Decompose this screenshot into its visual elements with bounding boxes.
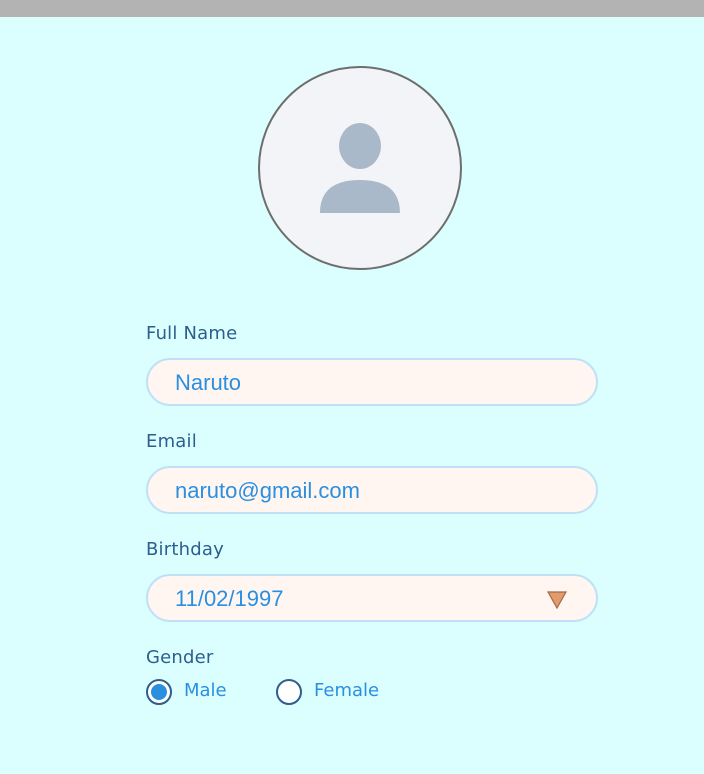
birthday-value: 11/02/1997 — [175, 586, 284, 611]
dropdown-triangle-icon[interactable] — [546, 590, 568, 610]
avatar[interactable] — [258, 66, 462, 270]
birthday-select[interactable]: 11/02/1997 — [146, 574, 598, 622]
full-name-label: Full Name — [146, 323, 238, 344]
gender-male-label[interactable]: Male — [184, 680, 227, 701]
birthday-label: Birthday — [146, 539, 224, 560]
user-placeholder-icon — [320, 123, 400, 213]
email-field[interactable]: naruto@gmail.com — [146, 466, 598, 514]
full-name-field[interactable]: Naruto — [146, 358, 598, 406]
gender-radio-group: Male Female — [146, 678, 598, 706]
gender-label: Gender — [146, 647, 214, 668]
gender-male-radio[interactable] — [146, 679, 172, 705]
full-name-value: Naruto — [175, 370, 242, 395]
email-value: naruto@gmail.com — [175, 478, 360, 503]
email-label: Email — [146, 431, 197, 452]
gender-female-radio[interactable] — [276, 679, 302, 705]
gender-female-label[interactable]: Female — [314, 680, 379, 701]
top-bar — [0, 0, 704, 17]
